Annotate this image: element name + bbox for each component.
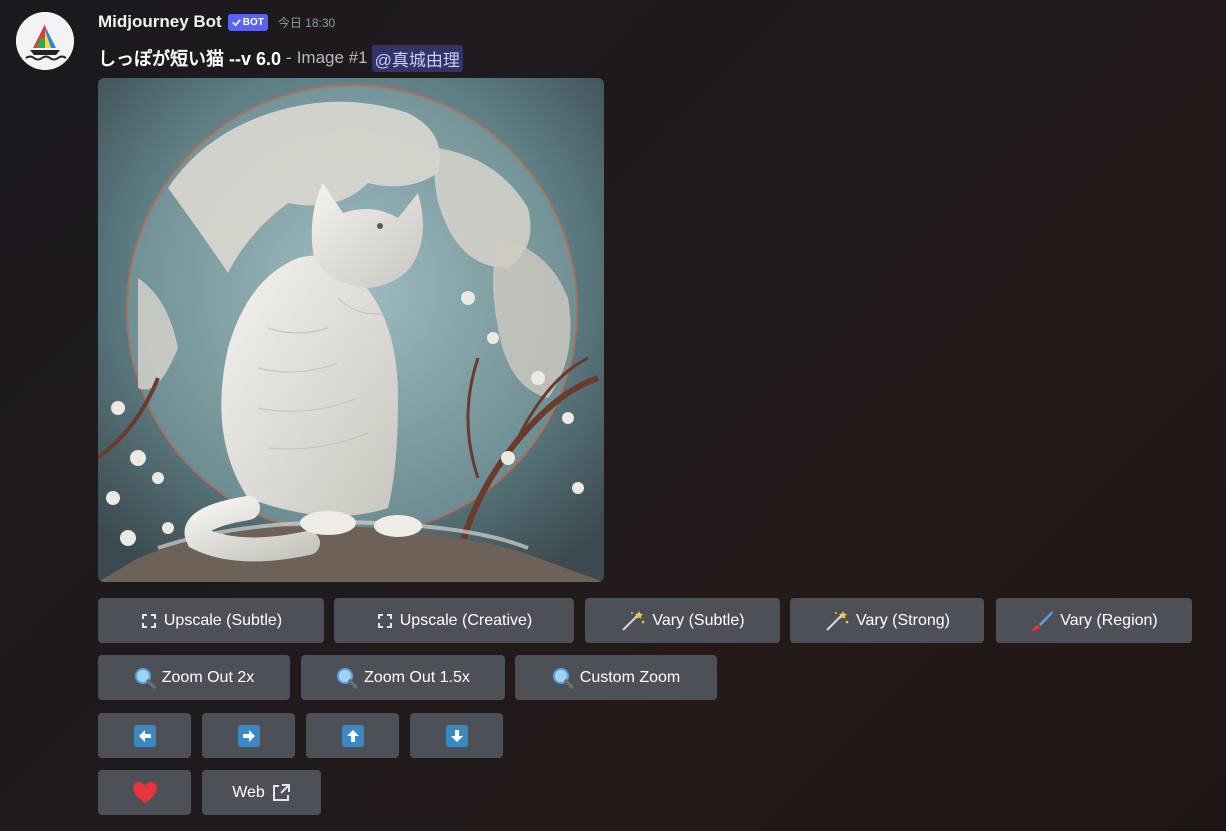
vary-region-button[interactable]: Vary (Region) <box>996 598 1192 643</box>
magnifier-icon <box>336 667 358 689</box>
upscale-creative-button[interactable]: Upscale (Creative) <box>334 598 574 643</box>
arrow-up-icon <box>341 724 364 747</box>
author-name[interactable]: Midjourney Bot <box>98 12 222 32</box>
expand-icon <box>140 612 158 630</box>
external-link-icon <box>271 783 291 803</box>
upscale-creative-label: Upscale (Creative) <box>399 611 533 629</box>
magic-wand-icon <box>620 610 646 632</box>
message-timestamp: 今日 18:30 <box>277 15 336 30</box>
arrow-down-icon <box>445 724 468 747</box>
upscale-subtle-label: Upscale (Subtle) <box>163 611 283 629</box>
expand-icon <box>376 612 394 630</box>
arrow-right-icon <box>237 724 260 747</box>
zoom-out-1-5x-label: Zoom Out 1.5x <box>364 668 470 686</box>
bot-badge-label: BOT <box>242 16 264 28</box>
custom-zoom-label: Custom Zoom <box>579 668 681 686</box>
arrow-left-icon <box>133 724 156 747</box>
sailboat-icon <box>16 12 74 70</box>
check-icon <box>232 18 241 26</box>
magnifier-icon <box>552 667 574 689</box>
vary-subtle-label: Vary (Subtle) <box>652 611 745 629</box>
web-link-label: Web <box>232 783 265 801</box>
vary-subtle-button[interactable]: Vary (Subtle) <box>585 598 780 643</box>
bot-avatar[interactable] <box>16 12 74 70</box>
heart-icon <box>132 781 158 805</box>
upscale-subtle-button[interactable]: Upscale (Subtle) <box>98 598 324 643</box>
pan-right-button[interactable] <box>202 713 295 758</box>
vary-strong-label: Vary (Strong) <box>856 611 950 629</box>
pan-down-button[interactable] <box>410 713 503 758</box>
cat-artwork <box>98 78 604 582</box>
pan-up-button[interactable] <box>306 713 399 758</box>
chat-message: Midjourney Bot BOT 今日 18:30 しっぽが短い猫 --v … <box>0 0 1226 831</box>
zoom-out-2x-label: Zoom Out 2x <box>161 668 255 686</box>
zoom-out-1-5x-button[interactable]: Zoom Out 1.5x <box>301 655 505 700</box>
vary-region-label: Vary (Region) <box>1060 611 1158 629</box>
user-mention[interactable]: @真城由理 <box>371 44 463 72</box>
prompt-text: しっぽが短い猫 --v 6.0 <box>98 49 282 69</box>
message-header: Midjourney Bot BOT 今日 18:30 <box>98 10 335 34</box>
magic-wand-icon <box>824 610 850 632</box>
magnifier-icon <box>134 667 156 689</box>
pan-left-button[interactable] <box>98 713 191 758</box>
image-label: Image #1 <box>296 48 368 67</box>
vary-strong-button[interactable]: Vary (Strong) <box>790 598 984 643</box>
zoom-out-2x-button[interactable]: Zoom Out 2x <box>98 655 290 700</box>
bot-badge: BOT <box>227 13 268 31</box>
generated-image[interactable] <box>98 78 604 582</box>
paintbrush-icon <box>1030 610 1054 632</box>
custom-zoom-button[interactable]: Custom Zoom <box>515 655 717 700</box>
favorite-button[interactable] <box>98 770 191 815</box>
prompt-line: しっぽが短い猫 --v 6.0 - Image #1 @真城由理 <box>98 44 463 72</box>
web-link-button[interactable]: Web <box>202 770 321 815</box>
separator: - <box>286 48 292 67</box>
